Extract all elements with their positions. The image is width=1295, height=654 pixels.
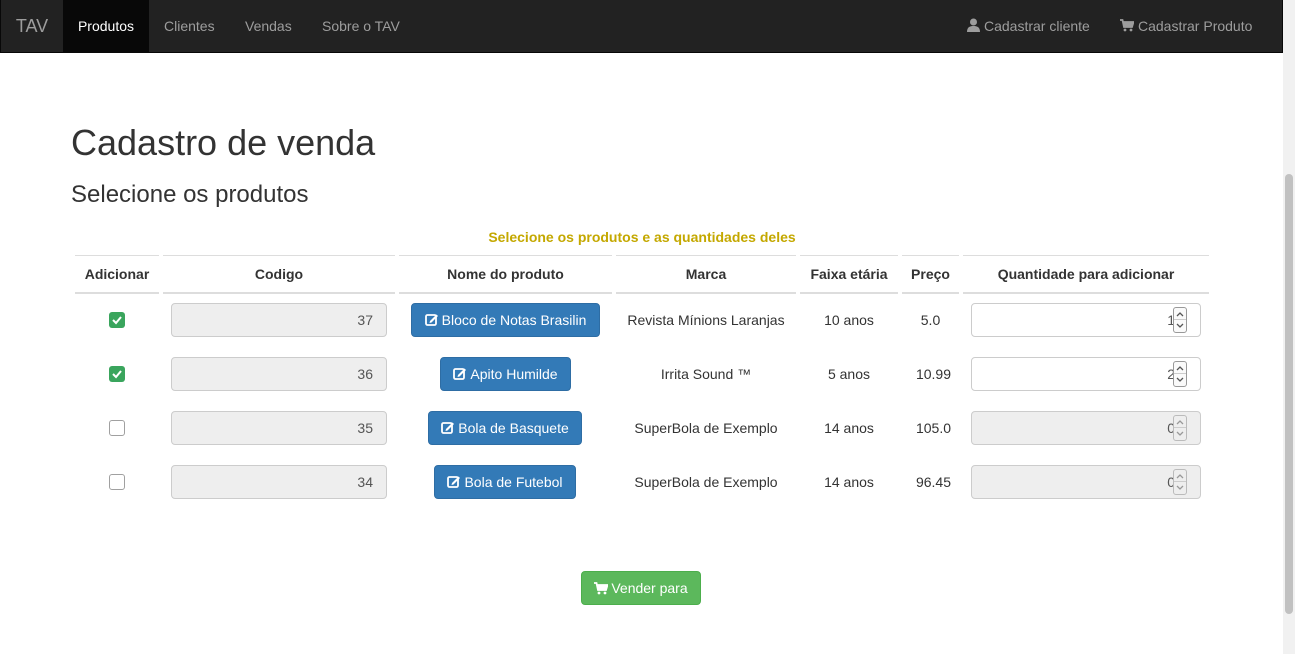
product-name: Bola de Basquete (458, 420, 569, 436)
edit-icon (441, 422, 455, 434)
preco-cell: 105.0 (915, 420, 952, 436)
nav-item-sobre[interactable]: Sobre o TAV (307, 0, 415, 52)
sell-button[interactable]: Vender para (581, 571, 701, 605)
product-edit-button[interactable]: Bloco de Notas Brasilin (411, 303, 600, 337)
codigo-field[interactable]: 34 (171, 465, 387, 499)
decrement-icon[interactable] (1174, 320, 1186, 332)
faixa-cell: 5 anos (827, 366, 871, 382)
checkmark-icon (112, 316, 122, 325)
nav-item-vendas[interactable]: Vendas (230, 0, 307, 52)
add-checkbox[interactable] (109, 474, 125, 490)
decrement-icon[interactable] (1174, 428, 1186, 440)
codigo-field[interactable]: 35 (171, 411, 387, 445)
nav-cadastrar-cliente-label: Cadastrar cliente (984, 18, 1090, 34)
preco-cell: 5.0 (920, 312, 941, 328)
product-name: Apito Humilde (470, 366, 558, 382)
spinner[interactable] (1173, 469, 1187, 495)
header-nome: Nome do produto (399, 255, 612, 294)
header-quantidade: Quantidade para adicionar (963, 255, 1209, 294)
product-name: Bola de Futebol (464, 474, 563, 490)
product-edit-button[interactable]: Apito Humilde (440, 357, 571, 391)
nav-cadastrar-produto[interactable]: Cadastrar Produto (1105, 0, 1267, 52)
spinner[interactable] (1173, 361, 1187, 387)
decrement-icon[interactable] (1174, 482, 1186, 494)
increment-icon[interactable] (1174, 362, 1186, 374)
add-checkbox[interactable] (109, 312, 125, 328)
preco-cell: 10.99 (915, 366, 952, 382)
nav-cadastrar-cliente[interactable]: Cadastrar cliente (952, 0, 1105, 52)
add-checkbox[interactable] (109, 366, 125, 382)
top-navbar: TAV Produtos Clientes Vendas Sobre o TAV… (0, 0, 1283, 53)
nav-item-produtos[interactable]: Produtos (63, 0, 149, 52)
page-subtitle: Selecione os produtos (71, 181, 309, 208)
increment-icon[interactable] (1174, 308, 1186, 320)
product-edit-button[interactable]: Bola de Basquete (428, 411, 582, 445)
faixa-cell: 14 anos (824, 420, 874, 436)
spinner[interactable] (1173, 307, 1187, 333)
preco-cell: 96.45 (915, 474, 952, 490)
spinner[interactable] (1173, 415, 1187, 441)
header-preco: Preço (902, 255, 959, 294)
header-marca: Marca (616, 255, 796, 294)
add-checkbox[interactable] (109, 420, 125, 436)
header-adicionar: Adicionar (75, 255, 159, 294)
table-caption: Selecione os produtos e as quantidades d… (488, 229, 796, 245)
product-name: Bloco de Notas Brasilin (441, 312, 587, 328)
faixa-cell: 14 anos (824, 474, 874, 490)
checkmark-icon (112, 370, 122, 379)
cart-icon (594, 582, 610, 595)
edit-icon (447, 476, 461, 488)
quantity-stepper[interactable]: 2 (971, 357, 1201, 391)
edit-icon (424, 314, 438, 326)
header-codigo: Codigo (163, 255, 395, 294)
marca-cell: Irrita Sound ™ (660, 366, 752, 382)
quantity-stepper[interactable]: 1 (971, 303, 1201, 337)
sell-button-label: Vender para (611, 580, 688, 596)
nav-cadastrar-produto-label: Cadastrar Produto (1138, 18, 1253, 34)
increment-icon[interactable] (1174, 416, 1186, 428)
cart-icon (1120, 19, 1135, 32)
product-edit-button[interactable]: Bola de Futebol (434, 465, 576, 499)
codigo-field[interactable]: 36 (171, 357, 387, 391)
navbar-brand[interactable]: TAV (1, 0, 63, 52)
quantity-stepper[interactable]: 0 (971, 411, 1201, 445)
quantity-stepper[interactable]: 0 (971, 465, 1201, 499)
edit-icon (453, 368, 467, 380)
marca-cell: SuperBola de Exemplo (634, 474, 778, 490)
header-faixa: Faixa etária (800, 255, 898, 294)
user-icon (967, 18, 980, 32)
increment-icon[interactable] (1174, 470, 1186, 482)
decrement-icon[interactable] (1174, 374, 1186, 386)
faixa-cell: 10 anos (824, 312, 874, 328)
nav-item-clientes[interactable]: Clientes (149, 0, 230, 52)
marca-cell: SuperBola de Exemplo (634, 420, 778, 436)
scrollbar-thumb[interactable] (1285, 174, 1293, 614)
page-title: Cadastro de venda (71, 122, 376, 163)
codigo-field[interactable]: 37 (171, 303, 387, 337)
marca-cell: Revista Mínions Laranjas (627, 312, 785, 328)
